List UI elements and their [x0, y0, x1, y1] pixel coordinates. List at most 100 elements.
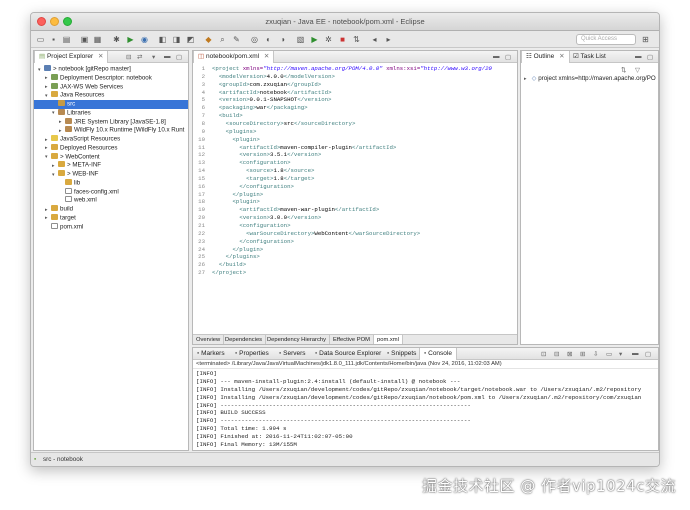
terminal-icon[interactable]: ▦ — [92, 34, 103, 45]
print-icon[interactable]: ▤ — [61, 34, 72, 45]
editor-bottom-tab[interactable]: Overview — [193, 335, 225, 344]
line-number: 22 — [198, 229, 205, 237]
tree-item[interactable]: ▸ > META-INF — [34, 161, 188, 170]
run-icon[interactable]: ▶ — [125, 34, 136, 45]
line-number: 26 — [198, 261, 205, 269]
back-icon[interactable]: ◂ — [369, 34, 380, 45]
maximize-icon[interactable]: ▢ — [505, 53, 511, 61]
tree-item[interactable]: ▸ JavaScript Resources — [34, 135, 188, 144]
editor-bottom-tab[interactable]: Dependency Hierarchy — [264, 335, 330, 344]
code-editor[interactable]: 1 <project xmlns="http://maven.apache.org… — [193, 64, 517, 334]
debug-server-icon[interactable]: ✲ — [323, 34, 334, 45]
tree-item[interactable]: src — [34, 100, 188, 109]
maximize-icon[interactable]: ▢ — [647, 53, 653, 61]
close-icon[interactable]: ✕ — [559, 53, 564, 60]
filter-icon[interactable]: ▽ — [635, 66, 640, 74]
format-icon[interactable]: ▧ — [295, 34, 306, 45]
title-bar[interactable]: zxuqian - Java EE - notebook/pom.xml - E… — [31, 13, 659, 31]
tab-pom-xml[interactable]: ◫ notebook/pom.xml ✕ — [193, 51, 275, 63]
quick-access-input[interactable]: Quick Access — [576, 34, 636, 45]
web-browser-icon[interactable]: ◎ — [249, 34, 260, 45]
console-tab[interactable]: ▪ Snippets — [383, 348, 420, 360]
tree-item[interactable]: ▾ Libraries — [34, 108, 188, 118]
external-tools-icon[interactable]: ◉ — [139, 34, 150, 45]
forward-icon[interactable]: ▸ — [383, 34, 394, 45]
close-icon[interactable]: ✕ — [264, 53, 269, 60]
console-toolbar-icon[interactable]: ⇩ — [593, 350, 598, 358]
tree-item[interactable]: ▾ > notebook [gitRepo master] — [34, 65, 188, 74]
server-icon[interactable]: ▣ — [79, 34, 90, 45]
new-file-icon[interactable]: ▭ — [35, 34, 46, 45]
code-line: 12 <version>3.5.1</version> — [193, 151, 517, 159]
outline-root-item[interactable]: ▸ ◇ project xmlns=http://maven.apache.or… — [524, 75, 656, 82]
close-icon[interactable]: ✕ — [98, 53, 103, 60]
tree-item[interactable]: faces-config.xml — [34, 187, 188, 197]
console-toolbar-icon[interactable]: ▬ — [632, 350, 639, 357]
code-line: 23 </configuration> — [193, 238, 517, 246]
watermark: 掘金技术社区 @ 作者vip1024c交流 — [421, 477, 676, 495]
tree-item[interactable]: ▾ > WebContent — [34, 152, 188, 162]
tree-item[interactable]: ▾ > WEB-INF — [34, 170, 188, 179]
console-tab[interactable]: ▪ Properties — [231, 348, 273, 360]
tree-item[interactable]: ▸ Deployment Descriptor: notebook — [34, 73, 188, 83]
editor-bottom-tab[interactable]: Dependencies — [222, 335, 267, 344]
tree-item[interactable]: ▸ target — [34, 213, 188, 223]
tree-item[interactable]: ▸ Deployed Resources — [34, 143, 188, 153]
open-perspective-icon[interactable]: ⊞ — [640, 34, 651, 45]
tree-item-label: faces-config.xml — [74, 188, 119, 195]
task-icon[interactable]: ◑ — [277, 34, 288, 45]
save-icon[interactable]: ▪ — [48, 34, 59, 45]
sort-icon[interactable]: ⇅ — [621, 66, 626, 74]
console-toolbar-icon[interactable]: ⊟ — [554, 350, 559, 358]
link-editor-icon[interactable]: ⇄ — [137, 53, 142, 61]
collapse-all-icon[interactable]: ⊟ — [126, 53, 131, 61]
tree-item[interactable]: ▸ WildFly 10.x Runtime [WildFly 10.x Runt — [34, 126, 188, 135]
search-icon[interactable]: ⌕ — [217, 34, 228, 45]
tree-item[interactable]: ▸ JRE System Library [JavaSE-1.8] — [34, 117, 188, 127]
console-output[interactable]: [INFO] [INFO] --- maven-install-plugin:2.… — [193, 370, 658, 450]
explorer-tab-icon: ▤ — [39, 53, 46, 60]
console-toolbar-icon[interactable]: ▢ — [645, 350, 651, 358]
minimize-icon[interactable]: ▬ — [493, 53, 500, 60]
console-toolbar-icon[interactable]: ▾ — [619, 350, 622, 358]
new-package-icon[interactable]: ◨ — [171, 34, 182, 45]
line-number: 20 — [198, 214, 205, 222]
minimize-icon[interactable]: ▬ — [635, 53, 642, 60]
view-menu-icon[interactable]: ▾ — [152, 53, 155, 61]
tab-outline[interactable]: ☷ Outline ✕ — [521, 51, 570, 63]
tree-item-label: web.xml — [74, 196, 97, 204]
tree-item[interactable]: lib — [34, 178, 188, 188]
minimize-icon[interactable]: ▬ — [164, 53, 171, 60]
debug-icon[interactable]: ✱ — [111, 34, 122, 45]
tree-item[interactable]: web.xml — [34, 196, 188, 205]
console-tab[interactable]: ▪ Markers — [193, 348, 229, 360]
console-tab[interactable]: ▪ Console — [419, 348, 457, 360]
console-tab[interactable]: ▪ Servers — [275, 348, 310, 360]
console-toolbar-icon[interactable]: ⊠ — [567, 350, 572, 358]
editor-bottom-tab[interactable]: pom.xml — [374, 335, 403, 344]
console-toolbar-icon[interactable]: ▭ — [606, 350, 612, 358]
task-list-icon: ☑ — [573, 53, 579, 60]
console-toolbar-icon[interactable]: ⊞ — [580, 350, 585, 358]
markers-icon[interactable]: ◐ — [263, 34, 274, 45]
publish-icon[interactable]: ⇅ — [351, 34, 362, 45]
tab-project-explorer[interactable]: ▤ Project Explorer ✕ — [34, 51, 109, 63]
code-line: 13 <configuration> — [193, 159, 517, 167]
code-text: <sourceDirectory>src</sourceDirectory> — [225, 119, 356, 127]
editor-bottom-tab[interactable]: Effective POM — [330, 335, 374, 344]
tree-item[interactable]: ▾ Java Resources — [34, 91, 188, 100]
tree-item[interactable]: ▸ JAX-WS Web Services — [34, 82, 188, 92]
new-java-project-icon[interactable]: ◧ — [157, 34, 168, 45]
start-server-icon[interactable]: ▶ — [309, 34, 320, 45]
tree-item[interactable]: pom.xml — [34, 222, 188, 232]
maximize-icon[interactable]: ▢ — [176, 53, 182, 61]
annotation-icon[interactable]: ✎ — [231, 34, 242, 45]
chevron-right-icon[interactable]: ▸ — [524, 76, 530, 82]
console-toolbar-icon[interactable]: ⊡ — [541, 350, 546, 358]
open-type-icon[interactable]: ◆ — [203, 34, 214, 45]
stop-server-icon[interactable]: ■ — [337, 34, 348, 45]
new-class-icon[interactable]: ◩ — [185, 34, 196, 45]
tab-task-list[interactable]: ☑ Task List — [569, 51, 610, 63]
tree-item[interactable]: ▸ build — [34, 205, 188, 214]
console-tab[interactable]: ▪ Data Source Explorer — [311, 348, 385, 360]
